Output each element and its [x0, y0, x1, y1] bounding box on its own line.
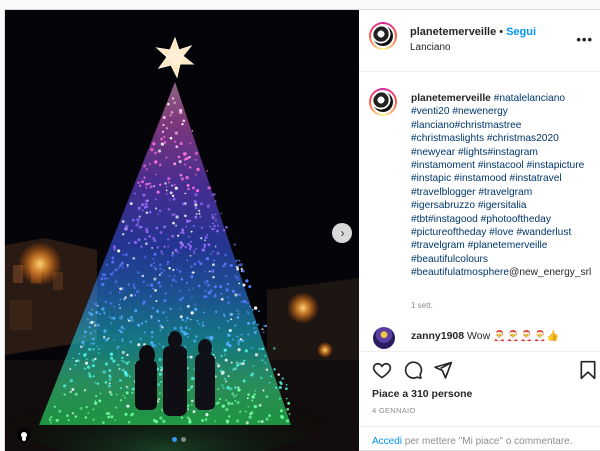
comment-emojis: 🎅🎅🎅🎅👍 [493, 331, 561, 342]
user-tag-icon[interactable] [17, 428, 31, 442]
instagram-post: › planetemerveille • Segui Lanciano ••• pl… [4, 9, 600, 451]
more-options-icon[interactable]: ••• [576, 32, 593, 47]
share-icon[interactable] [433, 360, 453, 380]
carousel-dot-active [172, 437, 177, 442]
caption-text: planetemerveille #natalelanciano #venti2… [411, 92, 593, 280]
separator-dot: • [499, 26, 504, 38]
chevron-right-icon: › [340, 226, 345, 240]
comment-text: zanny1908 Wow 🎅🎅🎅🎅👍 [411, 330, 560, 342]
carousel-dot [181, 437, 186, 442]
comment-body: Wow [467, 330, 491, 342]
post-photo[interactable]: › [5, 10, 359, 451]
avatar[interactable] [369, 22, 397, 50]
post-date[interactable]: 4 GENNAIO [372, 406, 416, 415]
post-actions: Piace a 310 persone 4 GENNAIO Accedi per… [359, 351, 600, 451]
commenter-avatar[interactable] [373, 327, 395, 349]
login-link[interactable]: Accedi [372, 436, 402, 447]
username-link[interactable]: planetemerveille [410, 26, 496, 38]
caption-avatar[interactable] [369, 88, 397, 116]
follow-button[interactable]: Segui [506, 26, 536, 38]
carousel-indicator [172, 437, 186, 442]
caption-hashtags[interactable]: #natalelanciano #venti20 #newenergy #lan… [411, 93, 584, 278]
caption-area: planetemerveille #natalelanciano #venti2… [359, 74, 600, 332]
post-side-panel: planetemerveille • Segui Lanciano ••• plan… [359, 10, 600, 451]
caption-timestamp: 1 sett. [411, 301, 433, 310]
caption-mention[interactable]: @new_energy_srl [509, 267, 591, 278]
post-header: planetemerveille • Segui Lanciano ••• [359, 10, 600, 72]
bookmark-icon[interactable] [578, 360, 598, 380]
next-slide-button[interactable]: › [332, 223, 352, 243]
login-prompt-text: per mettere "Mi piace" o commentare. [402, 436, 573, 447]
login-prompt: Accedi per mettere "Mi piace" o commenta… [359, 426, 600, 451]
comment-row: zanny1908 Wow 🎅🎅🎅🎅👍 [359, 324, 600, 349]
caption-username[interactable]: planetemerveille [411, 93, 491, 104]
location-link[interactable]: Lanciano [410, 42, 451, 53]
header-user-line: planetemerveille • Segui [410, 26, 536, 38]
commenter-username[interactable]: zanny1908 [411, 330, 464, 342]
comment-icon[interactable] [403, 360, 423, 380]
likes-count[interactable]: Piace a 310 persone [372, 388, 472, 400]
christmas-tree-image [5, 10, 359, 451]
heart-icon[interactable] [372, 360, 392, 380]
